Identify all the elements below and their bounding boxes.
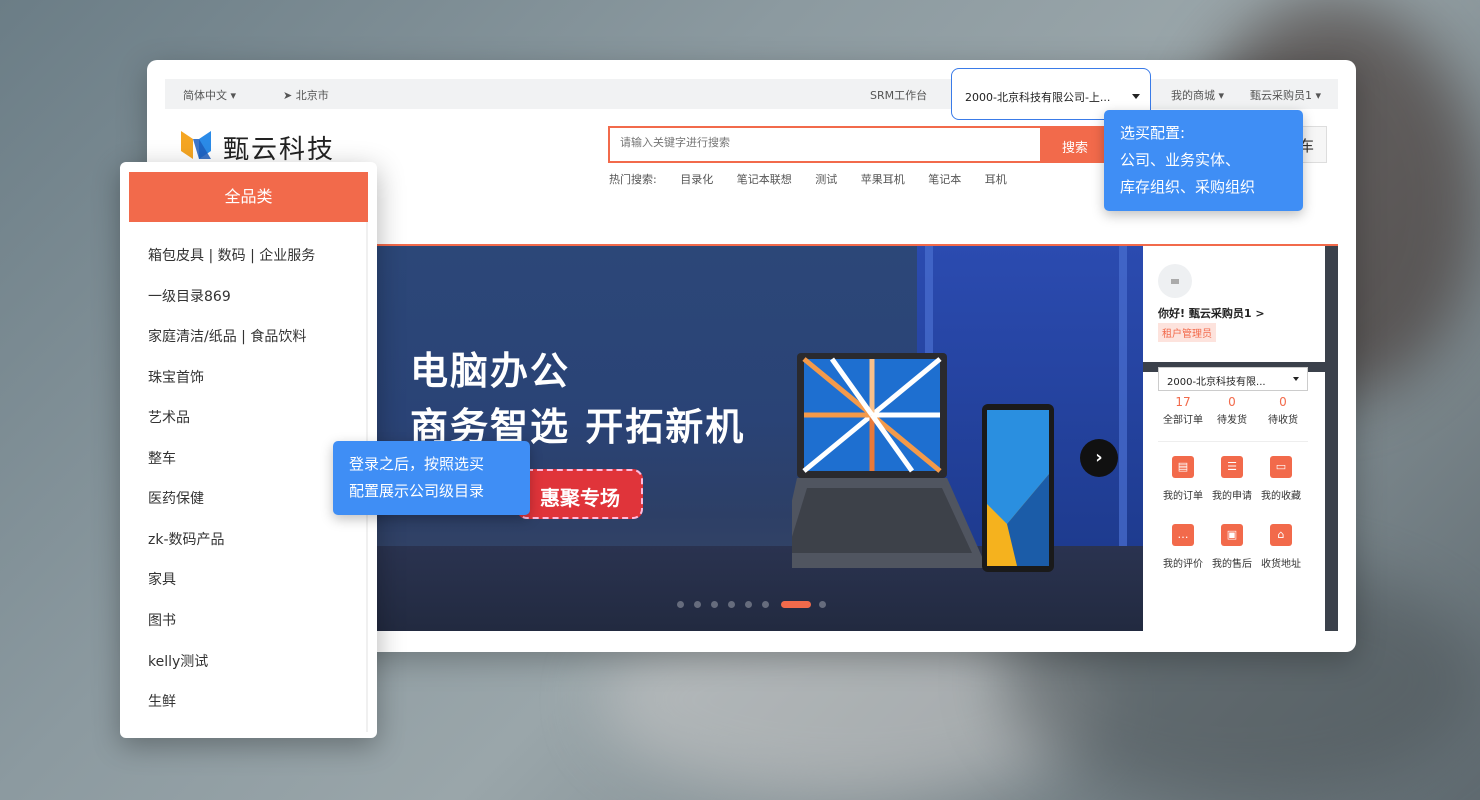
laptop-image xyxy=(792,353,987,568)
category-item[interactable]: 医药保健 xyxy=(148,488,204,508)
promo-banner[interactable]: 电脑办公 商务智选 开拓新机 惠聚专场 › xyxy=(377,246,1143,631)
hot-search-term[interactable]: 耳机 xyxy=(985,173,1007,186)
service-my-orders[interactable]: ▤ 我的订单 xyxy=(1158,456,1208,502)
user-panel: 你好! 甄云采购员1 > 租户管理员 2000-北京科技有限... 17 全部订… xyxy=(1143,246,1338,631)
review-icon: … xyxy=(1172,524,1194,546)
location-label: 北京市 xyxy=(295,89,329,102)
stat-to-ship[interactable]: 0 待发货 xyxy=(1207,395,1257,426)
user-menu[interactable]: 甄云采购员1 ▾ xyxy=(1250,87,1321,103)
tooltip-line: 配置展示公司级目录 xyxy=(349,482,485,500)
service-label: 我的售后 xyxy=(1212,559,1252,570)
category-item[interactable]: 图书 xyxy=(148,610,176,630)
location-selector[interactable]: ➤ 北京市 xyxy=(283,87,329,103)
hot-search-term[interactable]: 笔记本联想 xyxy=(737,173,792,186)
stat-label: 全部订单 xyxy=(1163,415,1203,426)
carousel-dot[interactable] xyxy=(728,601,735,608)
search-bar: 搜索 xyxy=(608,126,1128,163)
category-item[interactable]: 家具 xyxy=(148,569,176,589)
category-item[interactable]: 生鲜 xyxy=(148,691,176,711)
stat-label: 待收货 xyxy=(1268,415,1298,426)
service-label: 收货地址 xyxy=(1261,559,1301,570)
hot-search-term[interactable]: 测试 xyxy=(815,173,837,186)
avatar[interactable] xyxy=(1158,264,1192,298)
carousel-dot-active[interactable] xyxy=(781,601,811,608)
banner-promo-button[interactable]: 惠聚专场 xyxy=(517,469,643,519)
address-icon: ⌂ xyxy=(1270,524,1292,546)
language-label: 简体中文 xyxy=(183,89,227,102)
panel-company-value: 2000-北京科技有限... xyxy=(1167,377,1266,388)
category-item[interactable]: zk-数码产品 xyxy=(148,529,225,549)
service-label: 我的收藏 xyxy=(1261,491,1301,502)
location-arrow-icon: ➤ xyxy=(283,89,293,102)
chevron-down-icon xyxy=(1293,377,1299,381)
service-my-applications[interactable]: ☰ 我的申请 xyxy=(1207,456,1257,502)
category-menu-title[interactable]: 全品类 xyxy=(129,172,368,222)
service-label: 我的订单 xyxy=(1163,491,1203,502)
hot-search-term[interactable]: 目录化 xyxy=(680,173,713,186)
category-item[interactable]: 珠宝首饰 xyxy=(148,367,204,387)
aftersale-icon: ▣ xyxy=(1221,524,1243,546)
category-item[interactable]: 一级目录869 xyxy=(148,286,231,306)
category-item[interactable]: 家庭清洁/纸品 | 食品饮料 xyxy=(148,326,306,346)
hot-search-label: 热门搜索: xyxy=(609,173,657,186)
catalog-tooltip: 登录之后，按照选买 配置展示公司级目录 xyxy=(333,441,530,515)
service-label: 我的评价 xyxy=(1163,559,1203,570)
srm-workbench-link[interactable]: SRM工作台 xyxy=(870,87,927,103)
panel-edge xyxy=(1325,246,1338,631)
favorite-icon: ▭ xyxy=(1270,456,1292,478)
brand-name: 甄云科技 xyxy=(223,135,336,165)
top-utility-bar: 简体中文 ▾ ➤ 北京市 SRM工作台 我的商城 ▾ 甄云采购员1 ▾ xyxy=(165,79,1338,109)
tooltip-line: 登录之后，按照选买 xyxy=(349,455,485,473)
category-item[interactable]: 艺术品 xyxy=(148,407,190,427)
stat-label: 待发货 xyxy=(1217,415,1247,426)
my-mall-menu[interactable]: 我的商城 ▾ xyxy=(1171,87,1224,103)
stat-value: 0 xyxy=(1228,395,1236,409)
carousel-dot[interactable] xyxy=(762,601,769,608)
panel-divider xyxy=(1158,441,1308,442)
service-address[interactable]: ⌂ 收货地址 xyxy=(1256,524,1306,570)
stat-value: 0 xyxy=(1279,395,1287,409)
service-label: 我的申请 xyxy=(1212,491,1252,502)
panel-company-selector[interactable]: 2000-北京科技有限... xyxy=(1158,367,1308,391)
stat-value: 17 xyxy=(1175,395,1191,409)
banner-pillar xyxy=(1119,246,1127,546)
carousel-dot[interactable] xyxy=(745,601,752,608)
tooltip-line: 选买配置: xyxy=(1120,124,1186,142)
chevron-down-icon xyxy=(1132,94,1140,99)
user-greeting[interactable]: 你好! 甄云采购员1 > xyxy=(1158,305,1265,321)
order-icon: ▤ xyxy=(1172,456,1194,478)
stat-all-orders[interactable]: 17 全部订单 xyxy=(1158,395,1208,426)
carousel-dot[interactable] xyxy=(694,601,701,608)
carousel-dot[interactable] xyxy=(677,601,684,608)
tooltip-line: 库存组织、采购组织 xyxy=(1120,178,1256,196)
tooltip-line: 公司、业务实体、 xyxy=(1120,151,1241,169)
company-selector-value: 2000-北京科技有限公司-上... xyxy=(965,91,1111,104)
carousel-next-button[interactable]: › xyxy=(1080,439,1118,477)
banner-headline: 电脑办公 xyxy=(410,349,571,393)
service-after-sales[interactable]: ▣ 我的售后 xyxy=(1207,524,1257,570)
service-my-favorites[interactable]: ▭ 我的收藏 xyxy=(1256,456,1306,502)
stat-to-receive[interactable]: 0 待收货 xyxy=(1258,395,1308,426)
carousel-dot[interactable] xyxy=(819,601,826,608)
service-my-reviews[interactable]: … 我的评价 xyxy=(1158,524,1208,570)
role-badge: 租户管理员 xyxy=(1158,323,1216,342)
logo-icon xyxy=(181,131,211,159)
carousel-dot[interactable] xyxy=(711,601,718,608)
category-item[interactable]: 整车 xyxy=(148,448,176,468)
config-tooltip: 选买配置: 公司、业务实体、 库存组织、采购组织 xyxy=(1104,110,1303,211)
user-name-label: 甄云采购员1 xyxy=(1250,89,1312,102)
hot-search-list: 热门搜索: 目录化 笔记本联想 测试 苹果耳机 笔记本 耳机 xyxy=(609,171,1027,187)
my-mall-label: 我的商城 xyxy=(1171,89,1215,102)
category-item[interactable]: kelly测试 xyxy=(148,651,208,671)
category-item[interactable]: 箱包皮具 | 数码 | 企业服务 xyxy=(148,245,315,265)
apply-icon: ☰ xyxy=(1221,456,1243,478)
hot-search-term[interactable]: 苹果耳机 xyxy=(861,173,905,186)
hot-search-term[interactable]: 笔记本 xyxy=(928,173,961,186)
language-selector[interactable]: 简体中文 ▾ xyxy=(183,87,236,103)
search-input[interactable] xyxy=(620,136,1040,149)
tablet-image xyxy=(982,404,1054,572)
